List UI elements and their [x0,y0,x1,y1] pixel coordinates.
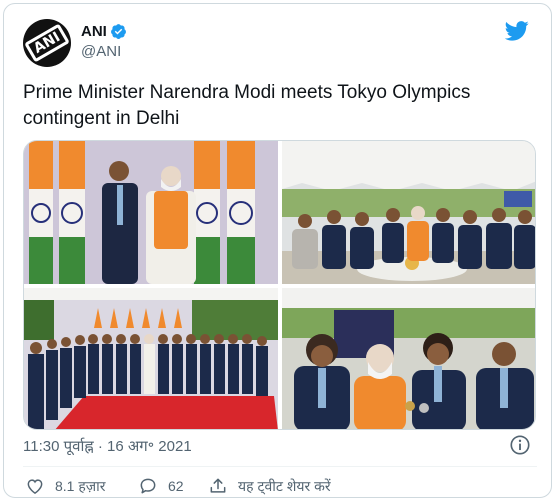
share-button[interactable]: यह ट्वीट शेयर करें [208,474,331,498]
reply-count: 62 [168,478,184,494]
photo-4-illustration [282,288,535,429]
twitter-bird-icon[interactable] [505,21,529,41]
action-bar: 8.1 हज़ार 62 यह ट्वीट शेयर करें [23,474,537,498]
tweet-header: ANI ANI @ANI [23,19,537,67]
share-label: यह ट्वीट शेयर करें [238,477,331,494]
tweet-timestamp[interactable]: 11:30 पूर्वाह्न · 16 अग॰ 2021 [23,436,192,456]
photo-modi-with-athlete[interactable] [24,141,278,284]
tweet-card: ANI ANI @ANI Prime Minister Narendra Mod… [3,3,552,498]
name-row: ANI [81,23,127,40]
photo-1-illustration [24,141,278,284]
verified-badge-icon [110,24,126,39]
photo-group-seated[interactable] [282,141,535,284]
photo-3-illustration [24,288,278,429]
like-count: 8.1 हज़ार [55,477,106,494]
avatar[interactable]: ANI [23,19,71,67]
photo-2-illustration [282,141,535,284]
divider [23,466,537,467]
photo-group-red-carpet[interactable] [24,288,278,429]
media-grid [23,140,536,430]
tweet-text: Prime Minister Narendra Modi meets Tokyo… [23,82,471,129]
display-name[interactable]: ANI [81,23,107,40]
heart-icon [27,479,43,494]
info-icon[interactable] [509,434,531,456]
photo-modi-with-medalists[interactable] [282,288,535,429]
reply-icon [140,478,156,494]
reply-button[interactable]: 62 [138,474,184,498]
share-icon [210,478,226,493]
user-handle[interactable]: @ANI [81,43,121,60]
ani-logo: ANI [24,23,70,63]
like-button[interactable]: 8.1 हज़ार [25,474,106,498]
